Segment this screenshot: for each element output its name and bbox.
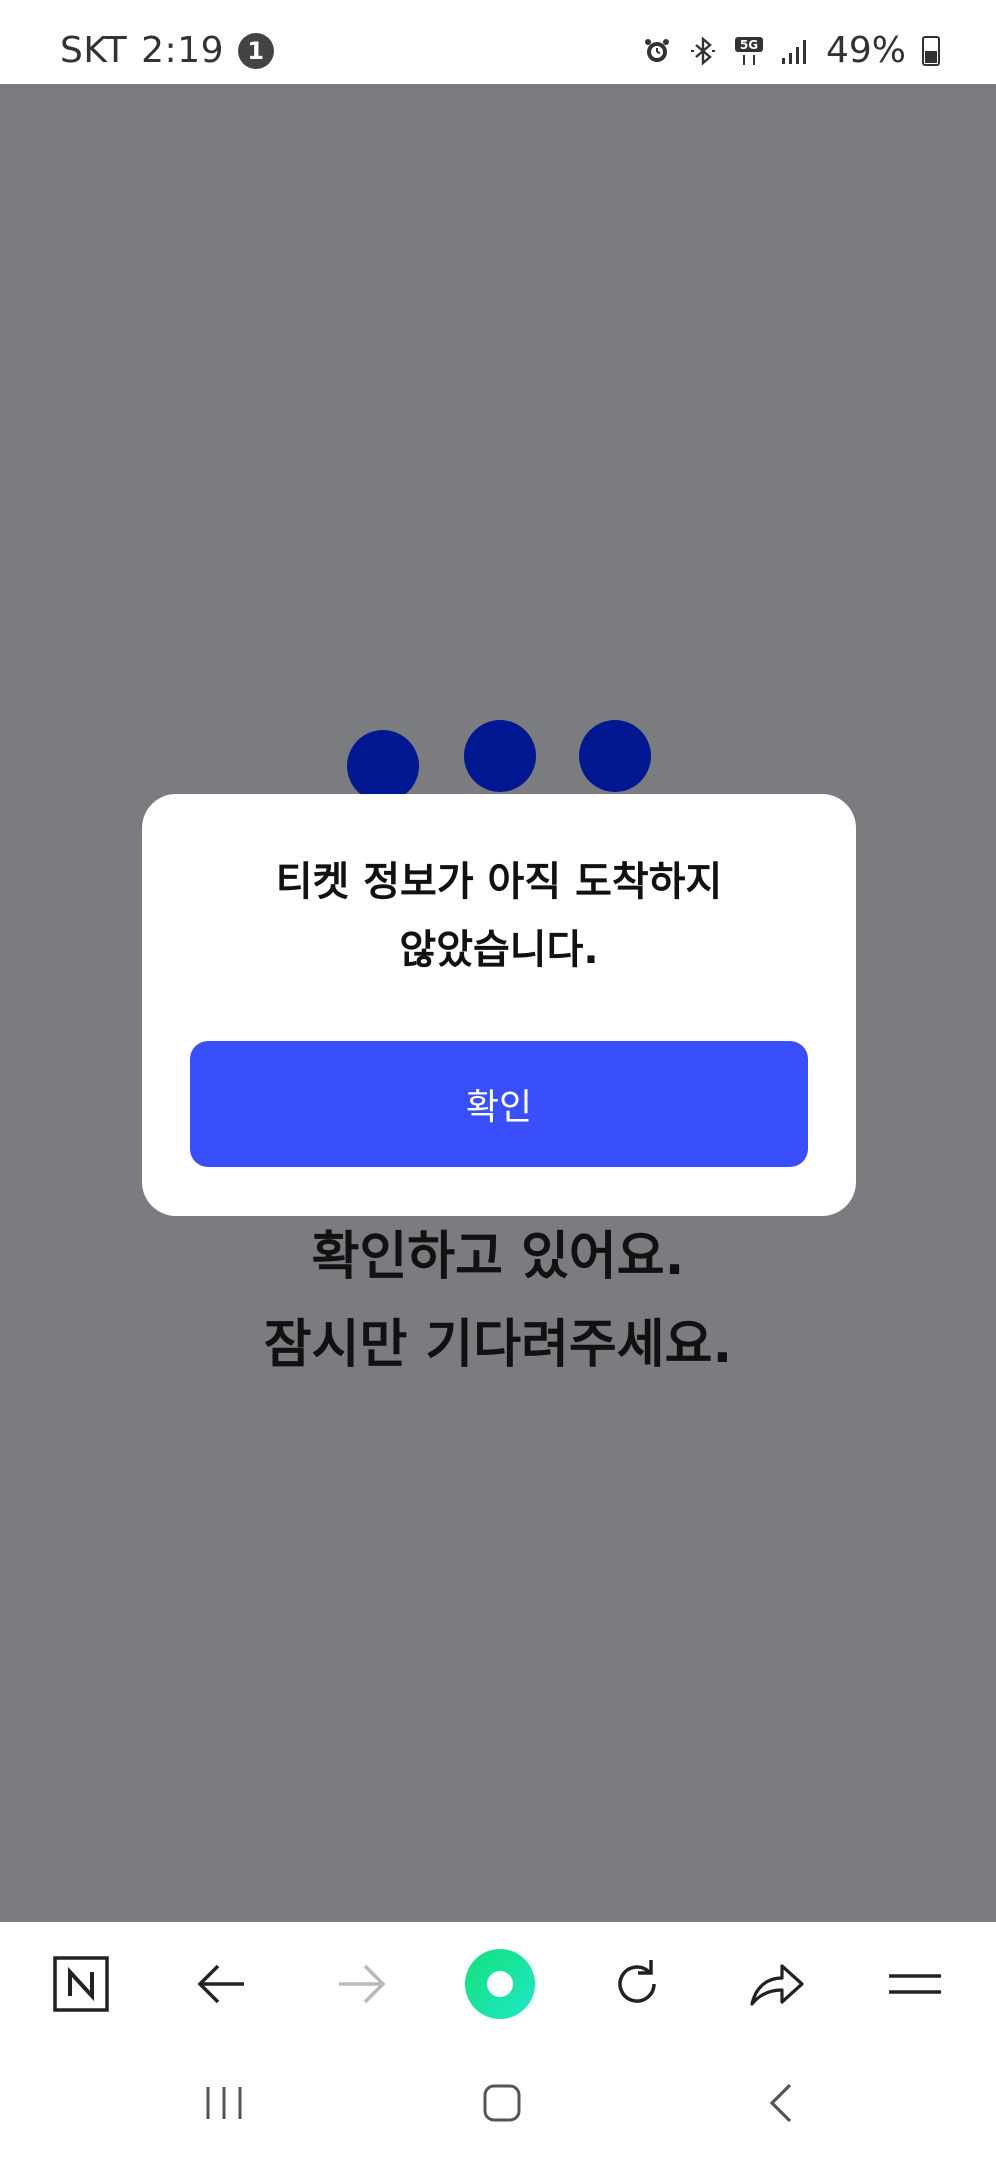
carrier-label: SKT xyxy=(60,30,128,71)
signal-icon xyxy=(781,39,806,64)
back-arrow-icon xyxy=(197,1964,244,2004)
loading-dot-1 xyxy=(347,730,419,802)
browser-toolbar xyxy=(0,1922,996,2046)
recent-apps-button[interactable] xyxy=(164,2046,284,2160)
dialog-message: 티켓 정보가 아직 도착하지 않았습니다. xyxy=(182,848,816,984)
svg-text:5G: 5G xyxy=(740,38,758,52)
green-dot-button[interactable] xyxy=(450,1922,550,2046)
menu-button[interactable] xyxy=(865,1922,965,2046)
loading-dot-3 xyxy=(579,720,651,792)
recent-apps-icon xyxy=(206,2087,242,2119)
5g-icon: 5G xyxy=(734,36,763,65)
bluetooth-icon xyxy=(690,35,715,66)
alarm-icon xyxy=(644,38,669,62)
battery-percent: 49% xyxy=(825,30,906,71)
status-left: SKT 2:19 1 xyxy=(60,30,274,71)
dialog-message-line1: 티켓 정보가 아직 도착하지 xyxy=(275,859,723,905)
loading-text-line1: 확인하고 있어요. xyxy=(311,1227,685,1287)
status-bar: SKT 2:19 1 5G 49% xyxy=(0,0,996,84)
confirm-button[interactable]: 확인 xyxy=(190,1041,808,1167)
loading-dot-2 xyxy=(464,720,536,792)
refresh-icon xyxy=(618,1960,656,2003)
clock-time: 2:19 xyxy=(141,30,224,71)
loading-text-line2: 잠시만 기다려주세요. xyxy=(263,1315,733,1375)
naver-home-icon xyxy=(53,1956,109,2012)
status-right: 5G 49% xyxy=(642,30,940,71)
share-button[interactable] xyxy=(727,1922,827,2046)
forward-arrow-icon xyxy=(339,1964,386,2004)
home-button[interactable] xyxy=(442,2046,562,2160)
system-back-button[interactable] xyxy=(722,2046,842,2160)
refresh-button[interactable] xyxy=(587,1922,687,2046)
naver-home-button[interactable] xyxy=(31,1922,131,2046)
green-dot-icon xyxy=(465,1949,535,2019)
dialog-message-line2: 않았습니다. xyxy=(399,927,599,973)
notification-count-badge: 1 xyxy=(238,32,274,69)
back-button[interactable] xyxy=(172,1922,272,2046)
forward-button[interactable] xyxy=(311,1922,411,2046)
home-icon xyxy=(483,2084,521,2122)
alert-dialog: 티켓 정보가 아직 도착하지 않았습니다. 확인 xyxy=(142,794,856,1216)
back-icon xyxy=(769,2083,792,2123)
system-navigation-bar xyxy=(0,2046,996,2160)
menu-icon xyxy=(889,1974,941,1994)
battery-icon xyxy=(922,35,940,66)
share-icon xyxy=(750,1964,804,2006)
